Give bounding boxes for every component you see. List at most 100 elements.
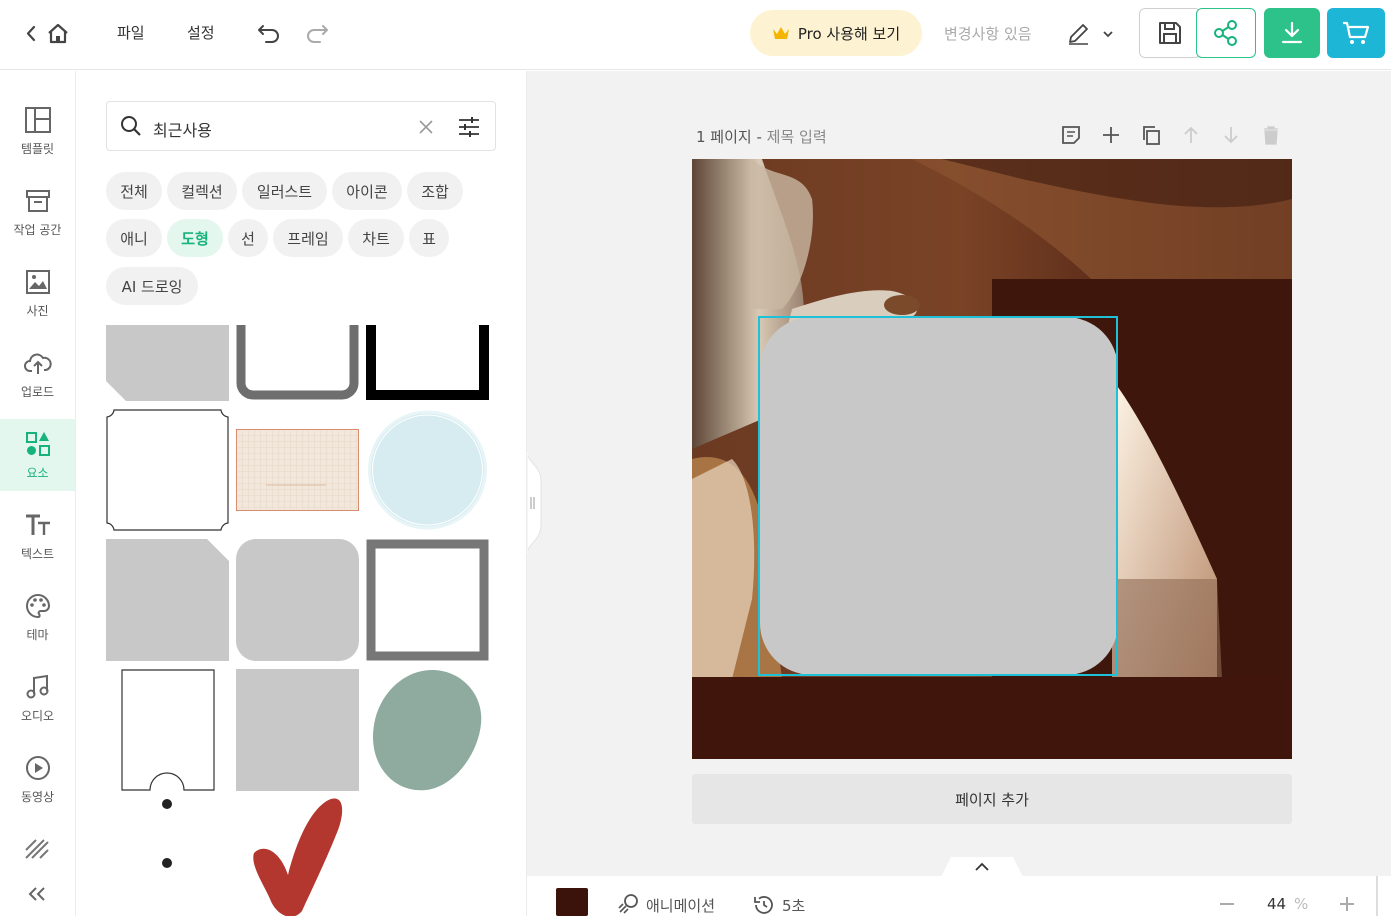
cart-button[interactable] [1327,8,1385,58]
ticket-shape [121,669,215,791]
shape-thumb-black-frame[interactable] [366,325,489,401]
cut-corner-shape [106,539,229,661]
cart-icon [1343,21,1370,44]
chip-collection[interactable]: 컬렉션 [167,172,237,210]
clear-search-icon[interactable] [417,118,435,136]
chip-shape[interactable]: 도형 [167,219,223,257]
move-page-up-button[interactable] [1179,123,1203,147]
shape-thumb-rounded-u-frame[interactable] [236,325,359,401]
shape-thumb-vertical-dots[interactable] [106,795,229,905]
chip-frame[interactable]: 프레임 [273,219,343,257]
timeline-expand-button[interactable] [941,857,1023,877]
nav-item-upload[interactable]: 업로드 [0,338,75,410]
panel-collapse-handle[interactable] [527,451,543,555]
nav-item-photos[interactable]: 사진 [0,257,75,329]
add-page-icon-button[interactable] [1099,123,1123,147]
workspace-icon [25,189,50,212]
undo-button[interactable] [255,20,283,46]
nav-label-text: 텍스트 [20,546,55,561]
page-artwork [692,159,1292,759]
redo-button[interactable] [303,20,331,46]
pro-trial-button[interactable]: Pro 사용해 보기 [750,10,922,56]
shape-thumb-square[interactable] [236,669,359,791]
arrow-up-icon [1184,126,1198,143]
page-title-input[interactable]: 제목 입력 [767,128,827,146]
share-icon [1214,20,1237,46]
search-input[interactable]: 최근사용 [153,117,212,141]
chip-table[interactable]: 표 [409,219,449,257]
download-button[interactable] [1264,8,1320,58]
bottom-timeline-bar: 애니메이션 5초 44 % [527,876,1391,916]
save-button[interactable] [1139,8,1201,58]
black-frame-shape [366,325,489,400]
nav-label-photos: 사진 [26,303,49,318]
delete-page-button[interactable] [1259,123,1283,147]
move-page-down-button[interactable] [1219,123,1243,147]
duplicate-page-button[interactable] [1139,123,1163,147]
blob-shape [373,670,482,791]
animation-button[interactable]: 애니메이션 [646,895,715,916]
page-notes-button[interactable] [1059,123,1083,147]
shape-thumb-notched-frame[interactable] [106,409,229,531]
zoom-in-icon[interactable] [1339,896,1355,912]
nav-item-text[interactable]: 텍스트 [0,500,75,572]
more-pattern-button[interactable] [22,836,52,862]
shape-thumb-ticket[interactable] [106,669,229,791]
nav-label-theme: 테마 [26,627,49,642]
collapse-nav-button[interactable] [22,881,52,907]
zoom-out-icon[interactable] [1219,902,1235,906]
shape-thumb-blob[interactable] [366,669,489,791]
share-button[interactable] [1196,8,1256,58]
text-icon [25,514,50,535]
chip-chart[interactable]: 차트 [348,219,404,257]
copy-icon [1143,126,1160,145]
nav-item-elements[interactable]: 요소 [0,419,75,491]
menu-settings[interactable]: 설정 [187,22,215,43]
back-home-button[interactable] [20,20,70,48]
chip-icon[interactable]: 아이콘 [332,172,402,210]
chip-ai-drawing[interactable]: AI 드로잉 [106,267,198,305]
arrow-down-icon [1224,127,1238,144]
unsaved-changes-status: 변경사항 있음 [944,25,1032,43]
shape-thumb-gray-frame[interactable] [366,539,489,661]
photo-icon [25,269,50,294]
shape-thumb-folded-corner[interactable] [106,325,229,401]
search-icon [121,116,141,136]
duration-button[interactable]: 5초 [782,895,805,916]
red-check-shape [253,798,343,916]
nav-item-theme[interactable]: 테마 [0,581,75,653]
menu-file[interactable]: 파일 [117,22,145,43]
add-page-button[interactable]: 페이지 추가 [692,774,1292,824]
shape-thumb-light-blue-circle[interactable] [366,409,489,531]
design-page[interactable] [692,159,1292,759]
crown-icon [772,27,789,39]
page-title-separator: - [751,128,767,146]
chip-line[interactable]: 선 [228,219,268,257]
shape-thumb-grid-paper[interactable] [236,429,359,511]
nav-item-workspace[interactable]: 작업 공간 [0,176,75,248]
chip-illustration[interactable]: 일러스트 [242,172,327,210]
collapse-handle-icon [527,451,542,555]
nav-item-video[interactable]: 동영상 [0,743,75,815]
notes-icon [1062,126,1080,144]
zoom-value[interactable]: 44 [1267,895,1286,913]
chip-all[interactable]: 전체 [106,172,162,210]
page-color-swatch[interactable] [556,888,588,916]
shape-thumb-cut-corner[interactable] [106,539,229,661]
nav-item-audio[interactable]: 오디오 [0,662,75,734]
chip-animation[interactable]: 애니 [106,219,162,257]
dots-shape [162,799,172,868]
nav-item-templates[interactable]: 템플릿 [0,95,75,167]
filter-sliders-icon[interactable] [457,115,481,139]
nav-label-templates: 템플릿 [20,141,55,156]
search-box[interactable]: 최근사용 [106,101,496,151]
chip-combination[interactable]: 조합 [407,172,463,210]
shape-thumb-red-check[interactable] [236,795,359,916]
trash-icon [1264,126,1278,145]
nav-label-workspace: 작업 공간 [13,222,62,237]
shape-thumb-rounded-square[interactable] [236,539,359,661]
folded-corner-shape [106,325,229,401]
bottom-divider [1376,876,1378,916]
edit-mode-dropdown[interactable] [1064,20,1120,48]
elements-icon [25,431,50,456]
